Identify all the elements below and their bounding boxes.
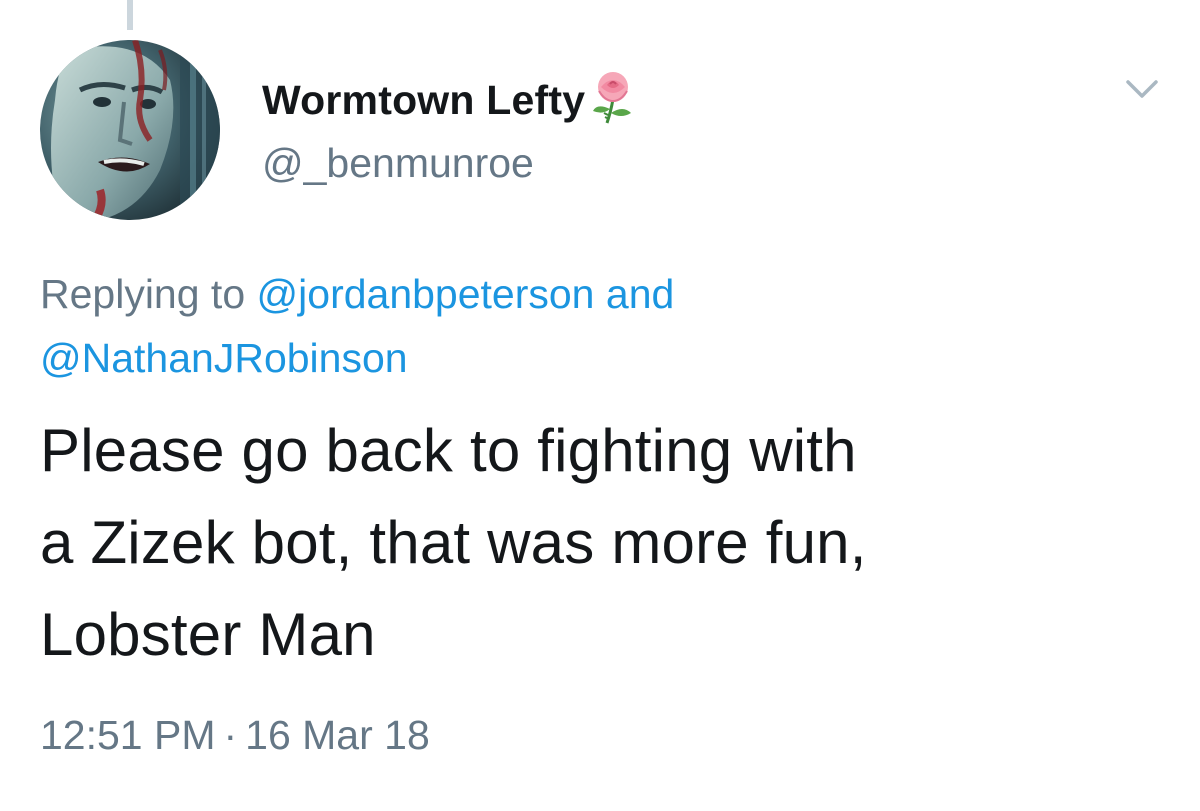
tweet-timestamp[interactable]: 12:51 PM · 16 Mar 18 <box>40 712 430 759</box>
avatar-image <box>40 40 220 220</box>
tweet-text-line: Please go back to fighting with <box>40 417 857 484</box>
mention-link-jordanbpeterson[interactable]: @jordanbpeterson <box>257 271 595 317</box>
reply-conjunction[interactable]: and <box>606 271 674 317</box>
tweet-text-line: Lobster Man <box>40 601 376 668</box>
author-name-row[interactable]: Wormtown Lefty <box>262 70 639 130</box>
thread-connector-line <box>127 0 133 30</box>
reply-prefix: Replying to <box>40 271 246 317</box>
tweet-text-line: a Zizek bot, that was more fun, <box>40 509 867 576</box>
mention-link-nathanjrobinson[interactable]: @NathanJRobinson <box>40 335 408 381</box>
tweet-time[interactable]: 12:51 PM <box>40 712 216 758</box>
chevron-down-icon[interactable] <box>1118 70 1166 110</box>
tweet-date[interactable]: 16 Mar 18 <box>245 712 430 758</box>
timestamp-separator: · <box>223 712 238 758</box>
reply-context: Replying to @jordanbpeterson and @Nathan… <box>40 262 1160 390</box>
avatar[interactable] <box>40 40 220 220</box>
tweet-text: Please go back to fighting with a Zizek … <box>40 405 1160 681</box>
author-display-name[interactable]: Wormtown Lefty <box>262 77 585 124</box>
rose-icon <box>587 69 639 125</box>
author-handle[interactable]: @_benmunroe <box>262 140 534 187</box>
